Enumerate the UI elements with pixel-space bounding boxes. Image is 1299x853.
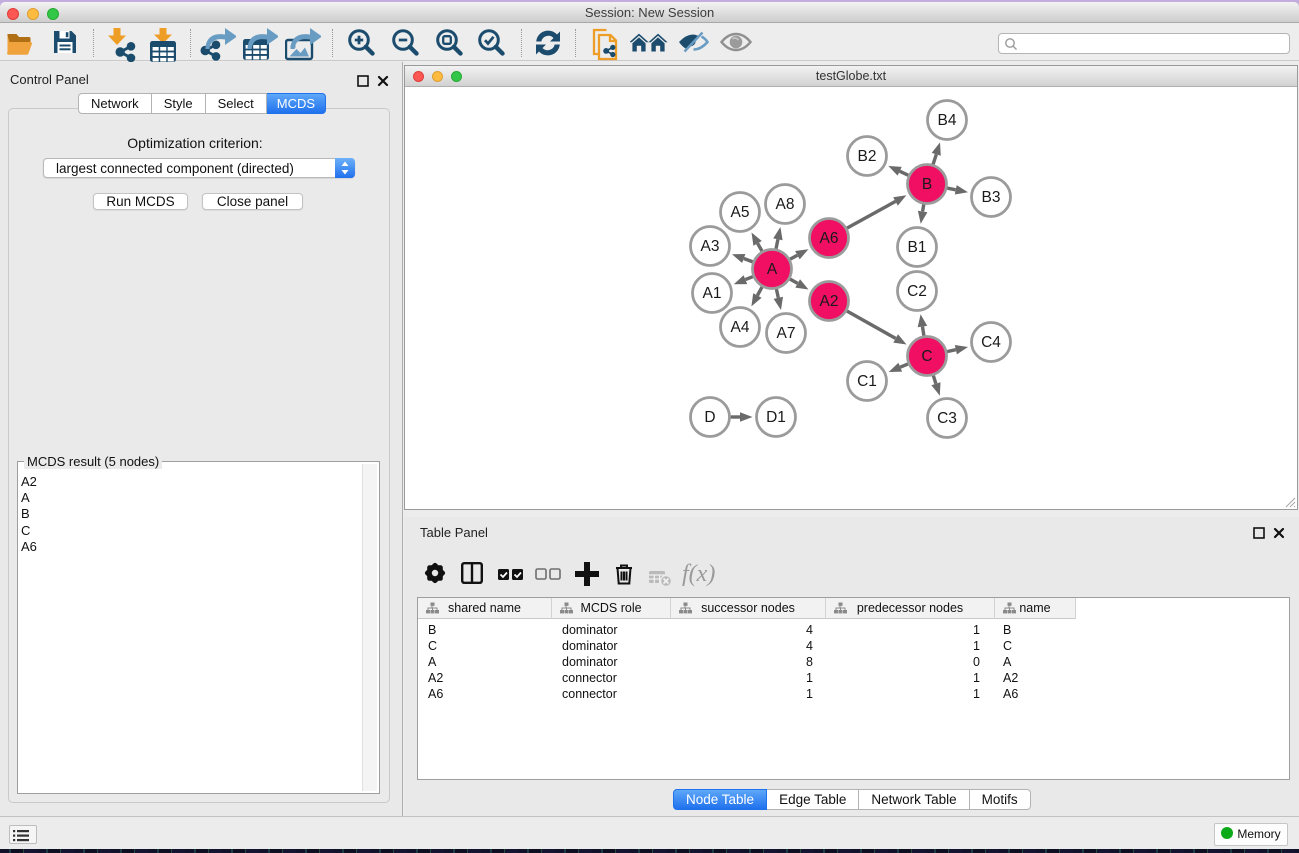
svg-text:A: A [767, 261, 778, 278]
svg-text:D1: D1 [766, 409, 786, 426]
svg-text:B3: B3 [982, 189, 1001, 206]
svg-text:C4: C4 [981, 334, 1001, 351]
svg-text:C3: C3 [937, 410, 957, 427]
svg-text:A5: A5 [731, 204, 750, 221]
svg-text:B4: B4 [938, 112, 957, 129]
svg-text:B1: B1 [908, 239, 927, 256]
svg-text:A7: A7 [777, 325, 796, 342]
svg-text:A3: A3 [701, 238, 720, 255]
svg-text:A6: A6 [820, 230, 839, 247]
svg-text:A2: A2 [820, 293, 839, 310]
svg-text:A1: A1 [703, 285, 722, 302]
svg-text:C1: C1 [857, 373, 877, 390]
svg-text:C2: C2 [907, 283, 927, 300]
svg-text:B2: B2 [858, 148, 877, 165]
svg-text:A4: A4 [731, 319, 750, 336]
svg-text:D: D [704, 409, 715, 426]
svg-text:B: B [922, 176, 932, 193]
svg-text:f(x): f(x) [682, 561, 715, 587]
svg-text:C: C [921, 348, 932, 365]
svg-text:A8: A8 [776, 196, 795, 213]
